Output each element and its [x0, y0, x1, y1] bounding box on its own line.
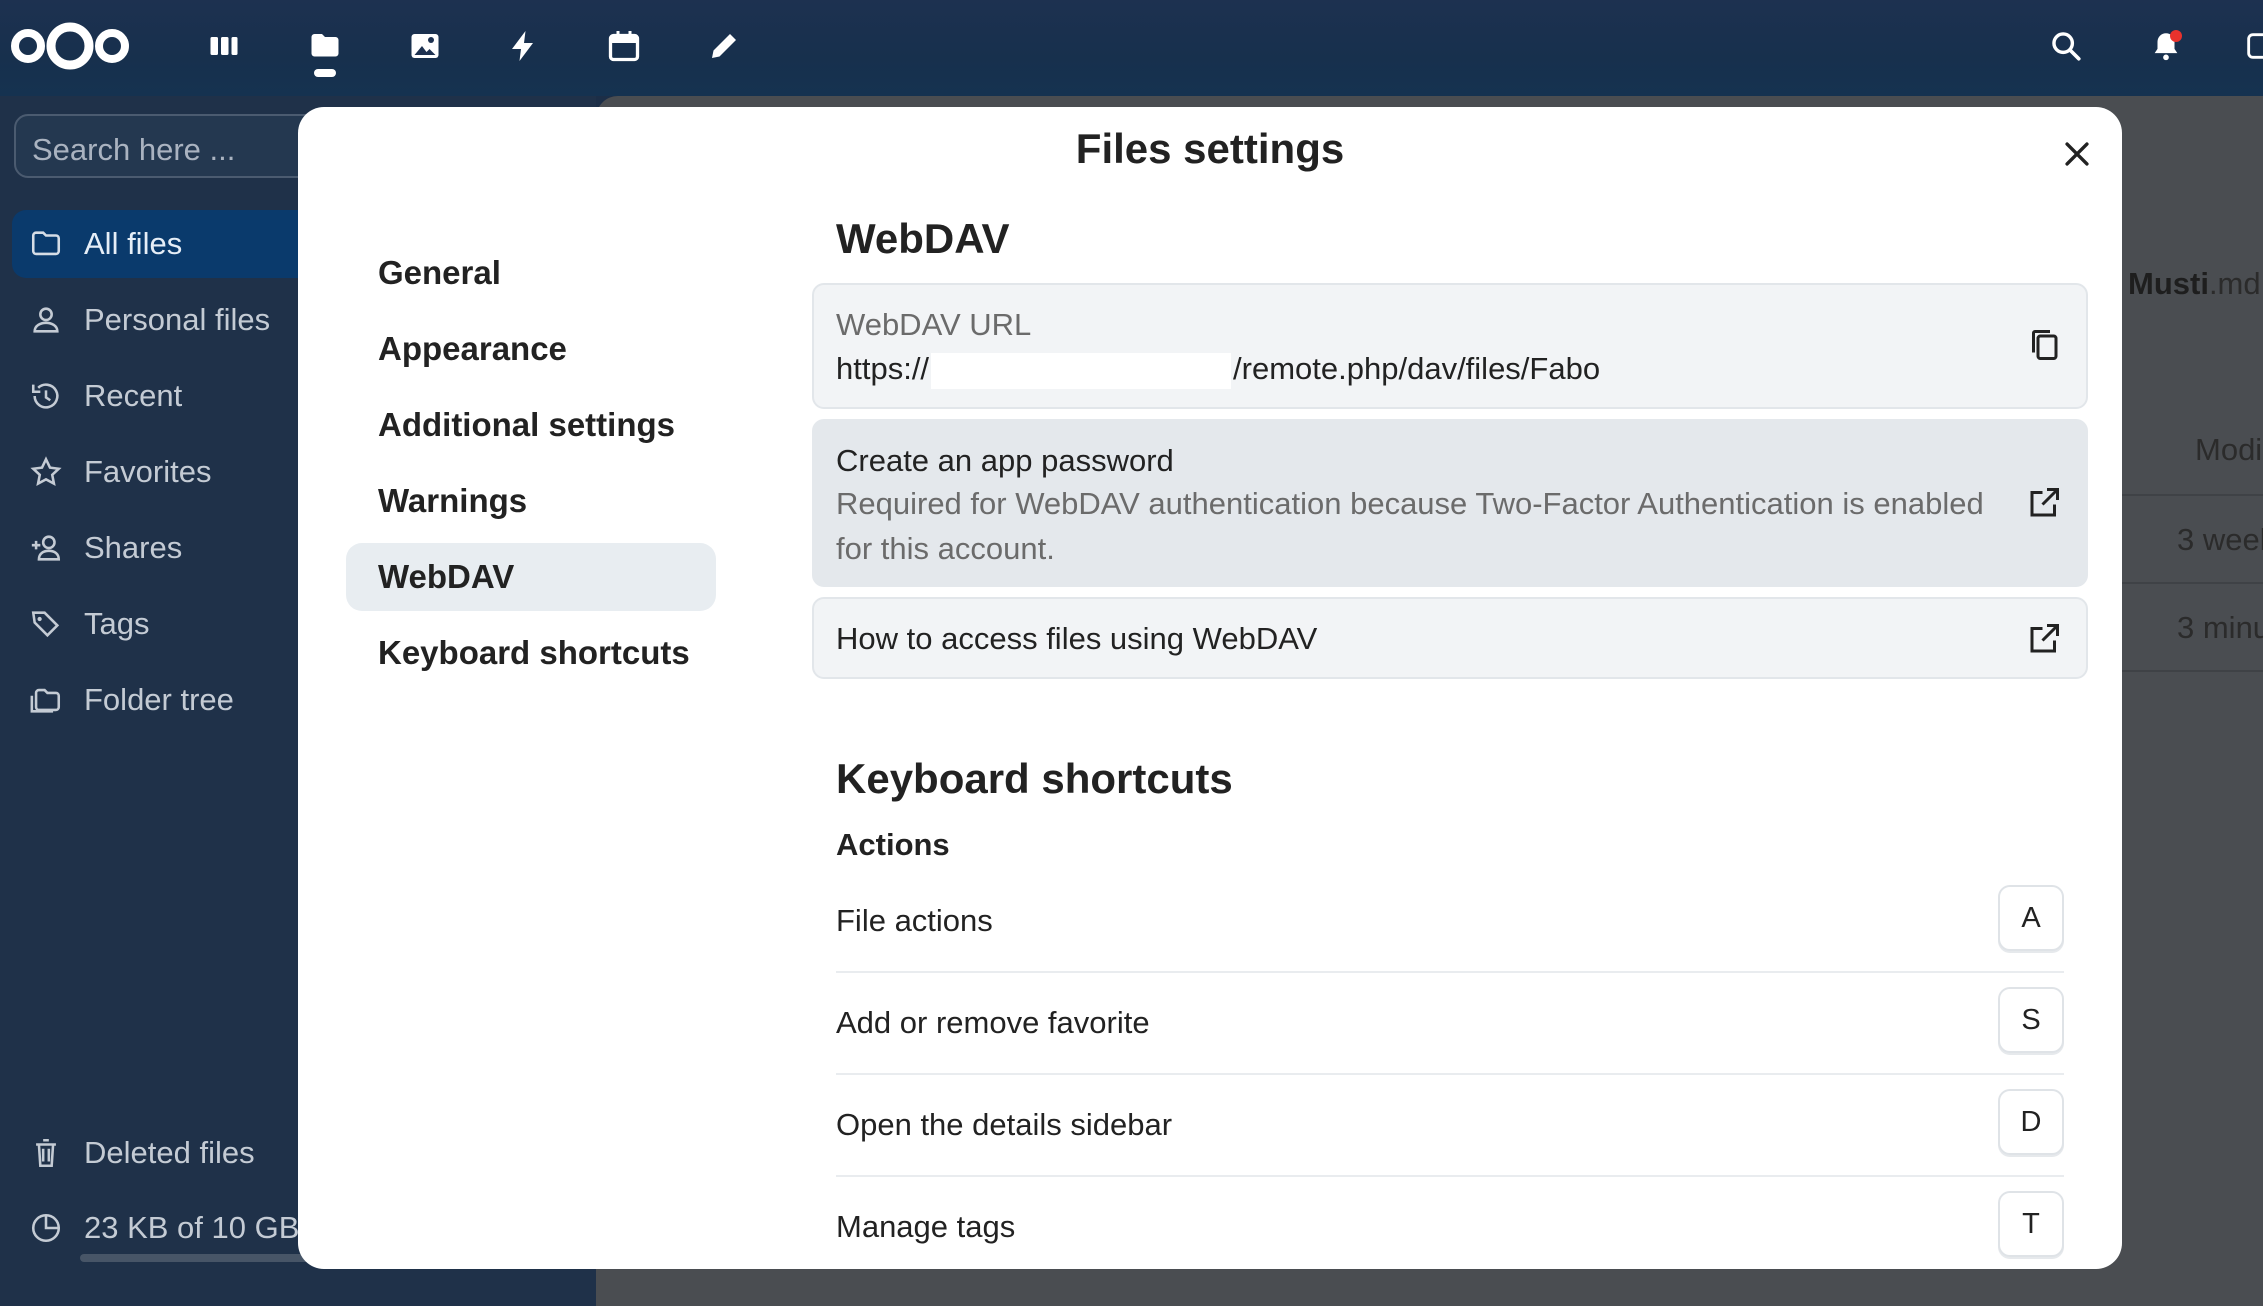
redacted-host: [931, 352, 1232, 389]
webdav-url-field[interactable]: WebDAV URL https:///remote.php/dav/files…: [812, 283, 2088, 409]
active-app-indicator: [314, 69, 336, 77]
create-app-password-link[interactable]: Create an app password Required for WebD…: [812, 419, 2088, 587]
settings-nav-general[interactable]: General: [346, 239, 716, 307]
top-header: [0, 0, 2263, 96]
share-icon: [26, 528, 66, 568]
column-header-modified[interactable]: Modi: [2195, 432, 2262, 468]
dashboard-icon[interactable]: [200, 22, 248, 70]
search-placeholder: Search here ...: [32, 132, 236, 167]
shortcut-key: A: [1998, 885, 2064, 951]
webdav-url-label: WebDAV URL: [836, 307, 1032, 342]
nav-item-label: Favorites: [84, 454, 212, 489]
shortcut-row: File actions A: [836, 871, 2064, 973]
folder-tree-icon: [26, 680, 66, 720]
file-name[interactable]: Musti.md: [2128, 266, 2261, 302]
row-modified-date: 3 weel: [2177, 522, 2263, 557]
app-password-title: Create an app password: [836, 443, 1174, 478]
nav-item-label: Deleted files: [84, 1135, 255, 1170]
user-menu-icon[interactable]: [2236, 22, 2263, 70]
external-link-icon: [2024, 483, 2064, 523]
pie-chart-icon: [26, 1208, 66, 1248]
tag-icon: [26, 604, 66, 644]
webdav-howto-link[interactable]: How to access files using WebDAV: [812, 597, 2088, 679]
shortcut-label: Manage tags: [836, 1209, 1016, 1244]
folder-icon: [26, 224, 66, 264]
trash-icon: [26, 1133, 66, 1173]
calendar-icon[interactable]: [600, 22, 648, 70]
external-link-icon: [2024, 619, 2064, 659]
shortcut-row: Manage tags T: [836, 1177, 2064, 1269]
settings-nav-appearance[interactable]: Appearance: [346, 315, 716, 383]
nav-item-label: Personal files: [84, 302, 271, 337]
nav-item-label: Folder tree: [84, 682, 234, 717]
shortcut-key: D: [1998, 1089, 2064, 1155]
nav-item-label: All files: [84, 226, 183, 261]
files-settings-dialog: Files settings General Appearance Additi…: [298, 107, 2122, 1269]
shortcut-label: File actions: [836, 903, 993, 938]
notification-badge: [2170, 30, 2182, 42]
files-icon[interactable]: [301, 22, 349, 70]
row-divider: [2120, 494, 2263, 496]
dialog-title: Files settings: [1075, 125, 1345, 172]
photos-icon[interactable]: [401, 22, 449, 70]
shortcut-label: Add or remove favorite: [836, 1005, 1150, 1040]
row-divider: [2120, 582, 2263, 584]
nextcloud-logo[interactable]: [8, 16, 132, 76]
settings-nav-additional-settings[interactable]: Additional settings: [346, 391, 716, 459]
history-icon: [26, 376, 66, 416]
shortcut-key: T: [1998, 1191, 2064, 1257]
quota-text: 23 KB of 10 GB: [84, 1210, 300, 1245]
row-modified-date: 3 minu: [2177, 610, 2263, 645]
close-icon[interactable]: [2054, 131, 2100, 177]
shortcut-row: Open the details sidebar D: [836, 1075, 2064, 1177]
nav-item-label: Tags: [84, 606, 150, 641]
activity-icon[interactable]: [500, 22, 548, 70]
keyboard-shortcuts-section-title: Keyboard shortcuts: [836, 755, 1233, 802]
settings-nav-webdav[interactable]: WebDAV: [346, 543, 716, 611]
nav-item-label: Recent: [84, 378, 183, 413]
webdav-url-value: https:///remote.php/dav/files/Fabo: [836, 351, 1600, 389]
settings-nav-warnings[interactable]: Warnings: [346, 467, 716, 535]
shortcut-key: S: [1998, 987, 2064, 1053]
webdav-section-title: WebDAV: [836, 215, 1010, 262]
search-icon[interactable]: [2042, 22, 2090, 70]
row-divider: [2120, 670, 2263, 672]
settings-nav-keyboard-shortcuts[interactable]: Keyboard shortcuts: [346, 619, 716, 687]
copy-icon[interactable]: [2024, 325, 2064, 365]
person-icon: [26, 300, 66, 340]
star-icon: [26, 452, 66, 492]
shortcut-row: Add or remove favorite S: [836, 973, 2064, 1075]
notes-icon[interactable]: [700, 22, 748, 70]
nav-item-label: Shares: [84, 530, 183, 565]
actions-subtitle: Actions: [836, 827, 950, 862]
app-password-description: Required for WebDAV authentication becau…: [836, 486, 1984, 566]
bell-icon[interactable]: [2142, 22, 2190, 70]
shortcut-label: Open the details sidebar: [836, 1107, 1173, 1142]
webdav-howto-label: How to access files using WebDAV: [836, 621, 1318, 656]
